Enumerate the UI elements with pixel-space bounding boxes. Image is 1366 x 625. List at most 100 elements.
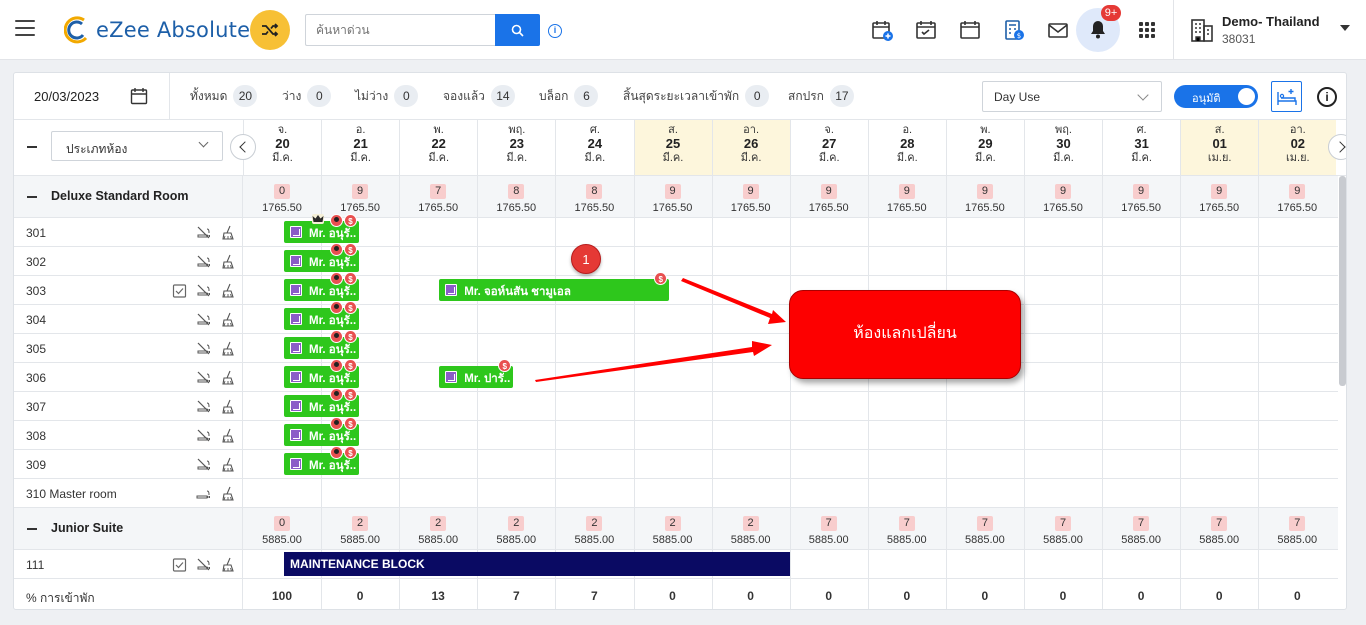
availability-cell[interactable]: 2 5885.00 [399, 513, 477, 546]
date-column-header[interactable]: พ. 22 มี.ค. [399, 120, 477, 175]
room-row[interactable]: 309 [14, 450, 1338, 479]
availability-cell[interactable]: 7 5885.00 [1180, 513, 1258, 546]
room-row[interactable]: 304 [14, 305, 1338, 334]
room-row[interactable]: 302 [14, 247, 1338, 276]
hotel-name[interactable]: Demo- Thailand [1222, 14, 1320, 29]
room-view-button[interactable] [1271, 81, 1302, 112]
room-number[interactable]: 111 [26, 558, 44, 572]
date-picker-icon[interactable] [130, 87, 148, 105]
room-row[interactable]: 310 Master room [14, 479, 1338, 508]
availability-cell[interactable]: 8 1765.50 [477, 181, 555, 214]
stat-blocked[interactable]: บล็อก 6 [539, 85, 599, 107]
room-number[interactable]: 306 [26, 371, 46, 385]
room-type-select[interactable]: ประเภทห้อง [51, 131, 223, 161]
date-column-header[interactable]: พ. 29 มี.ค. [945, 120, 1024, 175]
date-column-header[interactable]: ศ. 31 มี.ค. [1102, 120, 1180, 175]
checklist-icon[interactable] [172, 557, 187, 572]
room-row[interactable]: 305 [14, 334, 1338, 363]
availability-cell[interactable]: 9 1765.50 [946, 181, 1024, 214]
search-button[interactable] [495, 14, 540, 46]
availability-cell[interactable]: 9 1765.50 [790, 181, 868, 214]
availability-cell[interactable]: 2 5885.00 [712, 513, 790, 546]
hamburger-menu-icon[interactable] [15, 20, 35, 36]
room-number[interactable]: 305 [26, 342, 46, 356]
checklist-icon[interactable] [172, 283, 187, 298]
room-number[interactable]: 302 [26, 255, 46, 269]
dirty-broom-icon[interactable] [221, 399, 236, 414]
collapse-all-icon[interactable] [27, 146, 37, 148]
next-dates-button[interactable] [1328, 134, 1346, 160]
availability-cell[interactable]: 9 1765.50 [1258, 181, 1336, 214]
room-row[interactable]: 306 [14, 363, 1338, 392]
availability-cell[interactable]: 9 1765.50 [634, 181, 712, 214]
room-row[interactable]: 301 [14, 218, 1338, 247]
availability-cell[interactable]: 9 1765.50 [712, 181, 790, 214]
approve-toggle[interactable]: อนุมัติ [1174, 85, 1258, 108]
availability-cell[interactable]: 2 5885.00 [634, 513, 712, 546]
availability-cell[interactable]: 0 5885.00 [243, 513, 321, 546]
date-column-header[interactable]: ส. 25 มี.ค. [633, 120, 712, 175]
vertical-scrollbar[interactable] [1339, 176, 1346, 386]
apps-grid-icon[interactable] [1139, 22, 1155, 38]
view-type-select[interactable]: Day Use [982, 81, 1162, 112]
room-number[interactable]: 310 Master room [26, 487, 117, 501]
quick-search-input[interactable] [305, 14, 496, 46]
stat-all[interactable]: ทั้งหมด 20 [190, 85, 258, 107]
date-column-header[interactable]: ส. 01 เม.ย. [1180, 120, 1259, 175]
hotel-dropdown-caret-icon[interactable] [1340, 25, 1350, 31]
date-column-header[interactable]: อ. 21 มี.ค. [321, 120, 399, 175]
dirty-broom-icon[interactable] [221, 457, 236, 472]
availability-cell[interactable]: 9 1765.50 [1024, 181, 1102, 214]
availability-cell[interactable]: 8 1765.50 [555, 181, 633, 214]
room-number[interactable]: 309 [26, 458, 46, 472]
availability-cell[interactable]: 2 5885.00 [555, 513, 633, 546]
availability-cell[interactable]: 7 5885.00 [1102, 513, 1180, 546]
date-column-header[interactable]: พฤ. 23 มี.ค. [477, 120, 555, 175]
dirty-broom-icon[interactable] [221, 486, 236, 501]
availability-cell[interactable]: 7 5885.00 [868, 513, 946, 546]
dirty-broom-icon[interactable] [221, 370, 236, 385]
availability-cell[interactable]: 9 1765.50 [868, 181, 946, 214]
availability-cell[interactable]: 7 5885.00 [1258, 513, 1336, 546]
room-type-name[interactable]: Junior Suite [51, 521, 123, 535]
stat-reserved[interactable]: จองแล้ว 14 [443, 85, 515, 107]
availability-cell[interactable]: 9 1765.50 [321, 181, 399, 214]
availability-cell[interactable]: 7 5885.00 [790, 513, 868, 546]
prev-dates-button[interactable] [230, 134, 256, 160]
current-date[interactable]: 20/03/2023 [34, 89, 99, 104]
date-column-header[interactable]: อ. 28 มี.ค. [867, 120, 946, 175]
date-column-header[interactable]: อา. 02 เม.ย. [1258, 120, 1337, 175]
dirty-broom-icon[interactable] [221, 312, 236, 327]
room-row[interactable]: 307 [14, 392, 1338, 421]
dirty-broom-icon[interactable] [221, 341, 236, 356]
dirty-broom-icon[interactable] [221, 283, 236, 298]
availability-cell[interactable]: 2 5885.00 [477, 513, 555, 546]
stat-vacant[interactable]: ว่าง 0 [282, 85, 332, 107]
room-number[interactable]: 301 [26, 226, 46, 240]
info-icon[interactable]: i [1317, 87, 1337, 107]
dirty-broom-icon[interactable] [221, 557, 236, 572]
dirty-broom-icon[interactable] [221, 428, 236, 443]
room-number[interactable]: 308 [26, 429, 46, 443]
availability-cell[interactable]: 2 5885.00 [321, 513, 399, 546]
collapse-section-icon[interactable] [27, 528, 37, 530]
shuffle-button[interactable] [250, 10, 290, 50]
date-column-header[interactable]: อา. 26 มี.ค. [711, 120, 790, 175]
room-type-name[interactable]: Deluxe Standard Room [51, 189, 189, 203]
room-row[interactable]: 303 [14, 276, 1338, 305]
room-row[interactable]: 308 [14, 421, 1338, 450]
reservation-block[interactable]: Mr. จอห์นสัน ชามูเอล [439, 279, 670, 301]
availability-cell[interactable]: 9 1765.50 [1180, 181, 1258, 214]
stat-dirty[interactable]: สกปรก 17 [788, 85, 854, 107]
dirty-broom-icon[interactable] [221, 254, 236, 269]
search-info-icon[interactable]: i [548, 24, 562, 38]
availability-cell[interactable]: 7 1765.50 [399, 181, 477, 214]
calendar-check-icon[interactable] [914, 18, 938, 42]
app-logo[interactable]: eZee Absolute [63, 15, 250, 45]
availability-cell[interactable]: 0 1765.50 [243, 181, 321, 214]
availability-cell[interactable]: 9 1765.50 [1102, 181, 1180, 214]
stat-occupied[interactable]: ไม่ว่าง 0 [355, 85, 419, 107]
availability-cell[interactable]: 7 5885.00 [946, 513, 1024, 546]
room-number[interactable]: 307 [26, 400, 46, 414]
add-reservation-icon[interactable] [870, 18, 894, 42]
